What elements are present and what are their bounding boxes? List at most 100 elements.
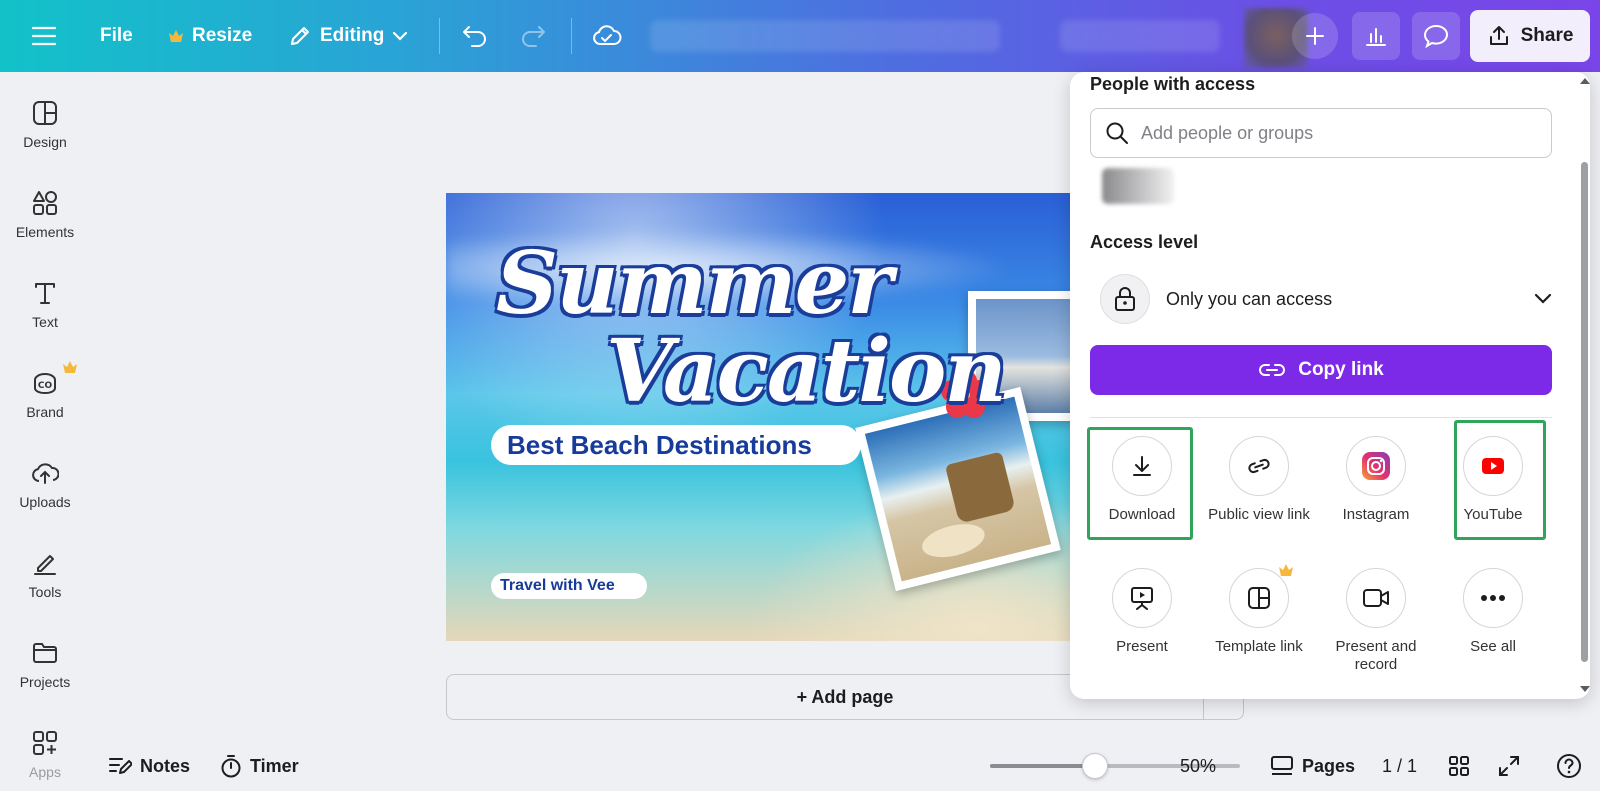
page-count: 1 / 1: [1382, 746, 1417, 786]
redo-button[interactable]: [520, 0, 546, 72]
zoom-level[interactable]: 50%: [1180, 746, 1216, 786]
grid-view-button[interactable]: [1448, 746, 1470, 786]
copy-link-label: Copy link: [1298, 359, 1384, 380]
lock-icon-container: [1100, 274, 1150, 324]
share-option-public-view-link[interactable]: Public view link: [1204, 436, 1314, 524]
timer-button[interactable]: Timer: [220, 746, 299, 786]
sun-hat: [918, 518, 989, 563]
sidebar-item-apps[interactable]: Apps: [0, 730, 90, 780]
menu-button[interactable]: [32, 0, 56, 72]
notes-icon: [109, 758, 132, 774]
share-option-label: See all: [1470, 638, 1516, 655]
share-option-label: Instagram: [1342, 506, 1410, 523]
uploads-icon: [32, 463, 59, 484]
design-title-line1[interactable]: Summer: [496, 233, 893, 334]
share-option-label: Template link: [1215, 638, 1303, 655]
folder-icon: [33, 643, 57, 663]
sidebar-item-tools[interactable]: Tools: [0, 550, 90, 600]
svg-text:CO: CO: [38, 381, 53, 391]
sidebar-item-label: Elements: [15, 224, 75, 240]
sidebar-item-text[interactable]: Text: [0, 280, 90, 330]
panel-divider: [1090, 417, 1552, 418]
page-count-value: 1 / 1: [1382, 755, 1418, 776]
add-people-input[interactable]: [1141, 122, 1521, 144]
link-icon: [1259, 364, 1286, 376]
sidebar-item-label: Tools: [28, 584, 62, 600]
search-icon: [1106, 122, 1128, 144]
blurred-toolbar-item: [1060, 20, 1220, 52]
sidebar-item-label: Apps: [29, 764, 61, 780]
share-panel-scrollbar[interactable]: [1578, 76, 1590, 696]
redo-icon: [522, 26, 545, 47]
insights-button[interactable]: [1352, 12, 1400, 60]
left-sidebar: Design Elements Text CO Brand Uploads To…: [0, 72, 90, 791]
copy-link-button[interactable]: Copy link: [1090, 345, 1552, 395]
people-avatars[interactable]: [1102, 168, 1174, 204]
share-option-instagram[interactable]: Instagram: [1321, 436, 1431, 524]
share-option-see-all[interactable]: See all: [1438, 568, 1548, 656]
design-title-area[interactable]: [650, 20, 1000, 52]
cloud-save-status[interactable]: [592, 0, 622, 72]
timer-label: Timer: [250, 755, 299, 776]
design-subtitle[interactable]: Best Beach Destinations: [491, 425, 861, 465]
upload-icon: [1489, 26, 1508, 45]
scroll-up-icon[interactable]: [1579, 76, 1591, 86]
help-icon: [1557, 754, 1581, 778]
share-option-label: Present: [1116, 638, 1168, 655]
share-option-present-and-record[interactable]: Present and record: [1321, 568, 1431, 674]
share-option-present[interactable]: Present: [1087, 568, 1197, 656]
notes-button[interactable]: Notes: [108, 746, 190, 786]
crown-icon: [63, 361, 77, 373]
sidebar-item-uploads[interactable]: Uploads: [0, 460, 90, 510]
share-panel: People with access Access level Only you…: [1070, 72, 1590, 699]
design-title-line2[interactable]: Vacation: [606, 321, 1007, 422]
tools-icon: [34, 555, 56, 575]
timer-icon: [221, 755, 241, 778]
bar-chart-icon: [1366, 28, 1386, 46]
apps-icon: [33, 731, 57, 755]
grid-icon: [1449, 756, 1469, 776]
fullscreen-button[interactable]: [1498, 746, 1520, 786]
crown-icon: [169, 30, 183, 42]
sidebar-item-design[interactable]: Design: [0, 100, 90, 150]
crown-icon: [1279, 564, 1293, 576]
pencil-icon: [291, 27, 309, 45]
help-button[interactable]: [1556, 746, 1582, 786]
add-collaborator-button[interactable]: [1292, 13, 1338, 59]
toolbar-divider: [439, 18, 440, 54]
present-icon: [1131, 587, 1153, 610]
design-tagline[interactable]: Travel with Vee: [491, 573, 647, 599]
design-canvas[interactable]: Summer Vacation Best Beach Destinations …: [446, 193, 1076, 641]
sidebar-item-projects[interactable]: Projects: [0, 640, 90, 690]
scroll-down-icon[interactable]: [1579, 684, 1591, 694]
sidebar-item-elements[interactable]: Elements: [0, 190, 90, 240]
resize-label: Resize: [192, 25, 253, 46]
share-option-template-link[interactable]: Template link: [1204, 564, 1314, 656]
scrollbar-thumb[interactable]: [1581, 162, 1588, 662]
comments-button[interactable]: [1412, 12, 1460, 60]
text-icon: [35, 283, 55, 304]
straw-bag: [944, 451, 1016, 524]
chevron-down-icon: [1534, 293, 1552, 304]
file-label: File: [100, 25, 133, 46]
access-level-dropdown[interactable]: Only you can access: [1100, 274, 1552, 324]
undo-button[interactable]: [462, 0, 488, 72]
file-menu[interactable]: File: [100, 0, 133, 72]
sidebar-item-brand[interactable]: CO Brand: [0, 361, 90, 420]
zoom-slider-knob[interactable]: [1082, 753, 1108, 779]
editing-label: Editing: [320, 25, 385, 46]
notes-label: Notes: [140, 755, 191, 776]
hamburger-icon: [32, 26, 56, 46]
access-level-value: Only you can access: [1166, 288, 1333, 309]
sidebar-item-label: Uploads: [19, 494, 71, 510]
more-icon: [1481, 595, 1505, 601]
share-label: Share: [1520, 25, 1574, 46]
share-button[interactable]: Share: [1470, 10, 1590, 62]
comment-icon: [1423, 24, 1449, 48]
resize-button[interactable]: Resize: [168, 0, 252, 72]
pages-button[interactable]: Pages: [1270, 746, 1355, 786]
editing-mode-dropdown[interactable]: Editing: [288, 0, 408, 72]
add-people-search[interactable]: [1090, 108, 1552, 158]
plus-icon: [1306, 27, 1324, 45]
expand-icon: [1499, 756, 1519, 776]
